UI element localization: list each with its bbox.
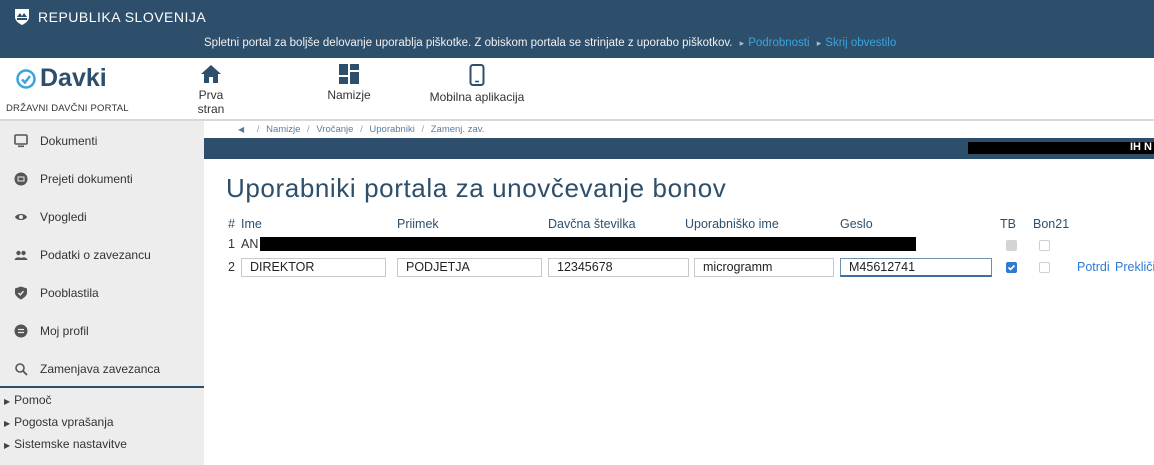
col-header-num: # xyxy=(228,217,235,231)
cookie-details-link[interactable]: ▸ Podrobnosti xyxy=(740,37,810,49)
users-icon xyxy=(14,250,28,260)
sidebar-item-moj-profil[interactable]: Moj profil xyxy=(0,313,204,349)
inbox-icon xyxy=(14,172,28,186)
coat-of-arms-icon xyxy=(15,9,29,25)
main-content: ◀ / Namizje / Vročanje / Uporabniki / Za… xyxy=(204,121,1154,465)
bon21-checkbox xyxy=(1039,262,1050,273)
breadcrumb-item[interactable]: Zamenj. zav. xyxy=(431,124,485,135)
nav-dashboard[interactable]: Namizje xyxy=(320,64,378,102)
monitor-icon xyxy=(14,134,28,148)
col-header-geslo: Geslo xyxy=(840,217,873,231)
nav-home-label: Prva stran xyxy=(197,88,225,116)
davki-logo[interactable]: Davki xyxy=(16,64,107,93)
redacted-row-data xyxy=(260,237,916,251)
breadcrumb-item[interactable]: Uporabniki xyxy=(369,124,414,135)
bon21-checkbox xyxy=(1039,240,1050,251)
tb-checkbox[interactable] xyxy=(1006,262,1017,273)
mobile-icon xyxy=(469,64,485,86)
sidebar-item-podatki[interactable]: Podatki o zavezancu xyxy=(0,237,204,273)
caret-right-icon: ▶ xyxy=(4,419,11,428)
cell-ime: AN xyxy=(241,237,259,251)
chevron-right-icon: ▸ xyxy=(739,38,745,48)
main-nav: Davki DRŽAVNI DAVČNI PORTAL Prva stran N… xyxy=(0,58,1154,121)
breadcrumb-separator: / xyxy=(421,124,425,135)
dashboard-icon xyxy=(339,64,359,84)
priimek-field[interactable]: PODJETJA xyxy=(397,258,542,277)
sidebar-link-label: Sistemske nastavitve xyxy=(14,437,127,451)
sidebar-item-dokumenti[interactable]: Dokumenti xyxy=(0,123,204,159)
checkmark-icon xyxy=(1007,264,1016,271)
sidebar-item-zamenjava[interactable]: Zamenjava zavezanca xyxy=(0,351,204,387)
col-header-priimek: Priimek xyxy=(397,217,439,231)
caret-right-icon: ▶ xyxy=(4,441,11,450)
sidebar-divider xyxy=(0,386,204,388)
username-field[interactable]: microgramm xyxy=(694,258,834,277)
nav-mobile-label: Mobilna aplikacija xyxy=(429,90,525,104)
page-title: Uporabniki portala za unovčevanje bonov xyxy=(226,173,727,203)
logo-icon xyxy=(16,68,36,89)
breadcrumb-item[interactable]: Namizje xyxy=(266,124,300,135)
cookie-text: Spletni portal za boljše delovanje upora… xyxy=(204,37,733,49)
col-header-davcna: Davčna številka xyxy=(548,217,636,231)
breadcrumb-separator: / xyxy=(360,124,363,135)
cookie-notice: Spletni portal za boljše delovanje upora… xyxy=(204,37,896,49)
switch-user-icon xyxy=(15,363,28,376)
sidebar-item-label: Zamenjava zavezanca xyxy=(40,362,161,376)
row-number: 2 xyxy=(228,260,235,274)
profile-icon xyxy=(14,324,28,338)
nav-dashboard-label: Namizje xyxy=(327,88,371,102)
davcna-field[interactable]: 12345678 xyxy=(548,258,689,277)
cookie-details-label: Podrobnosti xyxy=(748,37,810,49)
republic-header[interactable]: REPUBLIKA SLOVENIJA xyxy=(14,8,206,26)
sidebar-link-pomoc[interactable]: ▶ Pomoč xyxy=(4,393,52,407)
shield-icon xyxy=(15,286,27,300)
sidebar-item-label: Dokumenti xyxy=(40,134,98,148)
tb-checkbox xyxy=(1006,240,1017,251)
sidebar-item-label: Pooblastila xyxy=(40,286,99,300)
col-header-upime: Uporabniško ime xyxy=(685,217,779,231)
sidebar: Dokumenti Prejeti dokumenti Vpogledi Pod… xyxy=(0,121,204,465)
sidebar-link-settings[interactable]: ▶ Sistemske nastavitve xyxy=(4,437,127,451)
top-banner: REPUBLIKA SLOVENIJA Spletni portal za bo… xyxy=(0,0,1154,58)
sidebar-item-label: Vpogledi xyxy=(40,210,87,224)
breadcrumb-separator: / xyxy=(307,124,310,135)
taxpayer-bar: IH N xyxy=(204,138,1154,159)
back-arrow-icon[interactable]: ◀ xyxy=(238,125,244,134)
caret-right-icon: ▶ xyxy=(4,397,11,406)
taxpayer-name-tail: IH N xyxy=(1130,141,1152,153)
sidebar-link-faq[interactable]: ▶ Pogosta vprašanja xyxy=(4,415,114,429)
sidebar-item-prejeti[interactable]: Prejeti dokumenti xyxy=(0,161,204,197)
sidebar-item-pooblastila[interactable]: Pooblastila xyxy=(0,275,204,311)
password-field[interactable]: M45612741 xyxy=(840,258,992,277)
sidebar-item-label: Moj profil xyxy=(40,324,89,338)
row-number: 1 xyxy=(228,237,235,251)
home-icon xyxy=(201,65,221,83)
sidebar-item-label: Podatki o zavezancu xyxy=(40,248,151,262)
sidebar-item-vpogledi[interactable]: Vpogledi xyxy=(0,199,204,235)
breadcrumb-separator: / xyxy=(256,124,260,135)
chevron-right-icon: ▸ xyxy=(816,38,822,48)
sidebar-link-label: Pomoč xyxy=(14,393,52,407)
brand-name: Davki xyxy=(40,64,107,92)
ime-field[interactable]: DIREKTOR xyxy=(241,258,386,277)
breadcrumb-item[interactable]: Vročanje xyxy=(316,124,353,135)
sidebar-link-label: Pogosta vprašanja xyxy=(14,415,114,429)
breadcrumb: ◀ / Namizje / Vročanje / Uporabniki / Za… xyxy=(204,121,1154,138)
col-header-ime: Ime xyxy=(241,217,262,231)
republic-title: REPUBLIKA SLOVENIJA xyxy=(38,9,207,25)
cancel-link[interactable]: Prekliči xyxy=(1115,260,1154,274)
portal-subtitle: DRŽAVNI DAVČNI PORTAL xyxy=(6,103,129,114)
col-header-tb: TB xyxy=(1000,217,1016,231)
eye-icon xyxy=(15,214,27,220)
confirm-link[interactable]: Potrdi xyxy=(1077,260,1110,274)
cookie-hide-link[interactable]: ▸ Skrij obvestilo xyxy=(817,37,896,49)
redacted-taxpayer-name xyxy=(968,142,1154,154)
nav-mobile-app[interactable]: Mobilna aplikacija xyxy=(426,64,528,104)
cookie-hide-label: Skrij obvestilo xyxy=(825,37,897,49)
sidebar-item-label: Prejeti dokumenti xyxy=(40,172,133,186)
nav-home[interactable]: Prva stran xyxy=(188,64,234,116)
col-header-bon21: Bon21 xyxy=(1033,217,1070,231)
